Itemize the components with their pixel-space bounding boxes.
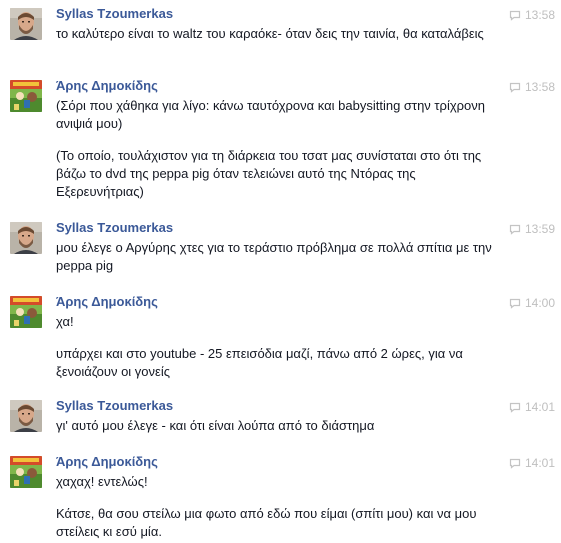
man-beard-avatar[interactable] xyxy=(10,8,42,40)
timestamp: 14:00 xyxy=(525,296,556,310)
cartoon-film-avatar[interactable] xyxy=(10,296,42,328)
message-meta: 13:58 xyxy=(509,79,555,95)
message-meta: 13:59 xyxy=(509,221,555,237)
message-meta: 14:00 xyxy=(509,295,555,311)
message-text: γι' αυτό μου έλεγε - και ότι είναι λούπα… xyxy=(56,418,375,433)
sender-name[interactable]: Syllas Tzoumerkas xyxy=(56,220,173,236)
message-text: (Το οποίο, τουλάχιστον για τη διάρκεια τ… xyxy=(56,148,482,199)
speech-bubble-icon xyxy=(509,10,521,21)
chat-log: Syllas Tzoumerkas 13:58 το καλύτερο είνα… xyxy=(0,0,561,543)
cartoon-film-avatar[interactable] xyxy=(10,80,42,112)
timestamp: 13:59 xyxy=(525,222,556,236)
timestamp: 13:58 xyxy=(525,8,556,22)
message-text: υπάρχει και στο youtube - 25 επεισόδια μ… xyxy=(56,346,463,379)
sender-name[interactable]: Άρης Δημοκίδης xyxy=(56,454,158,470)
speech-bubble-icon xyxy=(509,82,521,93)
sender-name[interactable]: Άρης Δημοκίδης xyxy=(56,294,158,310)
message-text: χαχαχ! εντελώς! xyxy=(56,474,148,489)
speech-bubble-icon xyxy=(509,298,521,309)
message-text: μου έλεγε ο Αργύρης χτες για το τεράστιο… xyxy=(56,240,492,273)
message-text: (Σόρι που χάθηκα για λίγο: κάνω ταυτόχρο… xyxy=(56,98,486,131)
message-text: το καλύτερο είναι το waltz του καραόκε- … xyxy=(56,26,484,41)
cartoon-film-avatar[interactable] xyxy=(10,456,42,488)
message-meta: 14:01 xyxy=(509,455,555,471)
speech-bubble-icon xyxy=(509,458,521,469)
timestamp: 13:58 xyxy=(525,80,556,94)
sender-name[interactable]: Syllas Tzoumerkas xyxy=(56,6,173,22)
message-text: χα! xyxy=(56,314,74,329)
timestamp: 14:01 xyxy=(525,456,556,470)
man-beard-avatar[interactable] xyxy=(10,400,42,432)
message-meta: 13:58 xyxy=(509,7,555,23)
message-meta: 14:01 xyxy=(509,399,555,415)
timestamp: 14:01 xyxy=(525,400,556,414)
sender-name[interactable]: Syllas Tzoumerkas xyxy=(56,398,173,414)
speech-bubble-icon xyxy=(509,224,521,235)
man-beard-avatar[interactable] xyxy=(10,222,42,254)
sender-name[interactable]: Άρης Δημοκίδης xyxy=(56,78,158,94)
message-text: Κάτσε, θα σου στείλω μια φωτο από εδώ πο… xyxy=(56,506,477,539)
speech-bubble-icon xyxy=(509,402,521,413)
